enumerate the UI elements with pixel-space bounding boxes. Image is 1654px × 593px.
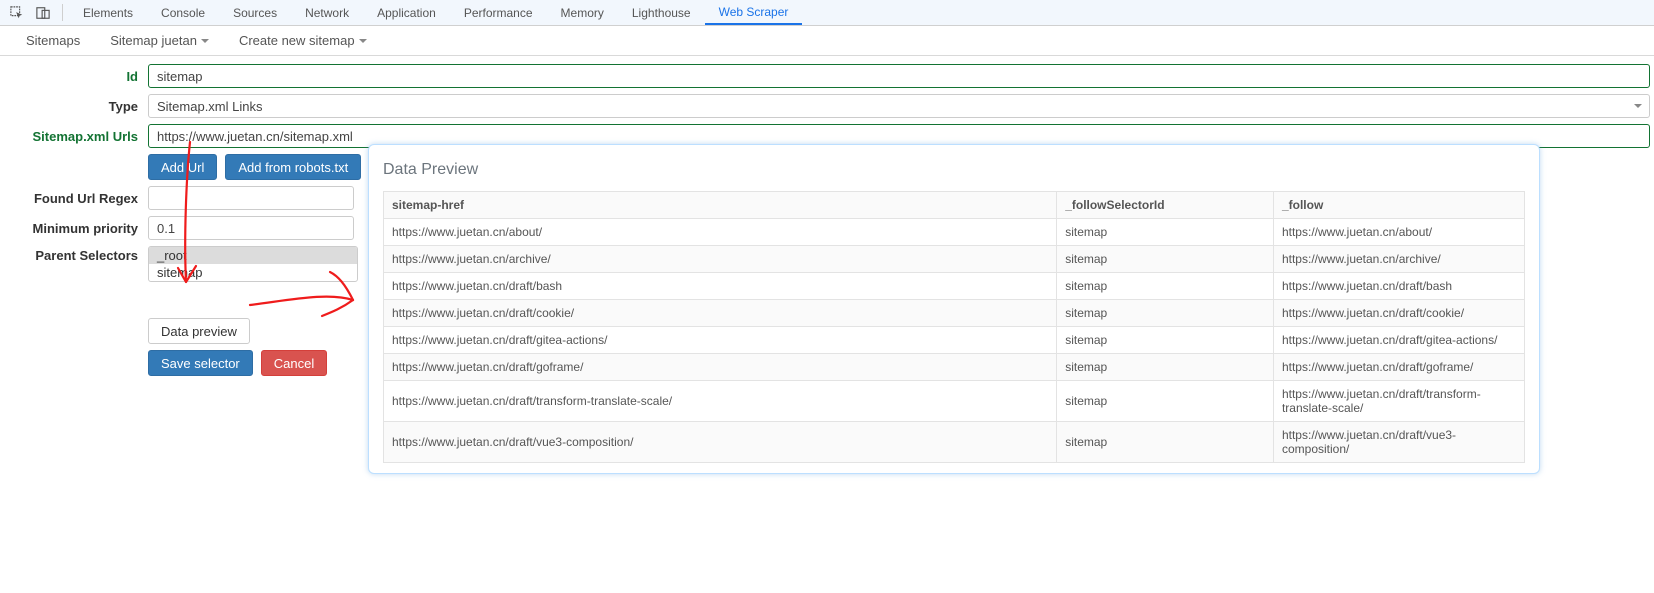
toolbar-sitemap-current[interactable]: Sitemap juetan — [110, 33, 209, 48]
parent-selectors-list[interactable]: _rootsitemap — [148, 246, 358, 282]
table-cell: https://www.juetan.cn/draft/vue3-composi… — [1273, 422, 1524, 463]
table-row: https://www.juetan.cn/draft/vue3-composi… — [384, 422, 1525, 463]
table-cell: https://www.juetan.cn/archive/ — [384, 246, 1057, 273]
table-cell: https://www.juetan.cn/draft/vue3-composi… — [384, 422, 1057, 463]
table-row: https://www.juetan.cn/draft/transform-tr… — [384, 381, 1525, 422]
add-url-button[interactable]: Add Url — [148, 154, 217, 180]
table-cell: https://www.juetan.cn/draft/bash — [384, 273, 1057, 300]
table-cell: https://www.juetan.cn/draft/gitea-action… — [1273, 327, 1524, 354]
data-preview-title: Data Preview — [383, 161, 1525, 179]
webscraper-toolbar: Sitemaps Sitemap juetan Create new sitem… — [0, 26, 1654, 56]
table-row: https://www.juetan.cn/draft/gitea-action… — [384, 327, 1525, 354]
devtools-tab-application[interactable]: Application — [363, 0, 450, 25]
table-row: https://www.juetan.cn/about/sitemaphttps… — [384, 219, 1525, 246]
save-selector-button-label: Save selector — [161, 356, 240, 371]
table-cell: https://www.juetan.cn/draft/cookie/ — [1273, 300, 1524, 327]
label-urls: Sitemap.xml Urls — [0, 129, 148, 144]
add-url-button-label: Add Url — [161, 160, 204, 175]
parent-option[interactable]: _root — [149, 247, 357, 264]
toolbar-sitemap-current-label: Sitemap juetan — [110, 33, 197, 48]
label-parent: Parent Selectors — [0, 246, 148, 263]
devtools-tab-web-scraper[interactable]: Web Scraper — [705, 0, 803, 25]
devtools-tab-elements[interactable]: Elements — [69, 0, 147, 25]
label-id: Id — [0, 69, 148, 84]
devtools-tab-lighthouse[interactable]: Lighthouse — [618, 0, 705, 25]
toolbar-create-sitemap-label: Create new sitemap — [239, 33, 355, 48]
data-preview-button-label: Data preview — [161, 324, 237, 339]
devtools-tab-network[interactable]: Network — [291, 0, 363, 25]
caret-down-icon — [359, 39, 367, 43]
table-cell: https://www.juetan.cn/draft/goframe/ — [384, 354, 1057, 381]
select-type[interactable]: Sitemap.xml Links — [148, 94, 1650, 118]
parent-option[interactable]: sitemap — [149, 264, 357, 281]
table-cell: https://www.juetan.cn/draft/transform-tr… — [1273, 381, 1524, 422]
inspect-icon[interactable] — [4, 0, 30, 25]
table-cell: sitemap — [1057, 327, 1274, 354]
toolbar-sitemaps[interactable]: Sitemaps — [26, 33, 80, 48]
data-preview-table: sitemap-href_followSelectorId_follow htt… — [383, 191, 1525, 463]
toolbar-sitemaps-label: Sitemaps — [26, 33, 80, 48]
label-type: Type — [0, 99, 148, 114]
input-priority[interactable] — [148, 216, 354, 240]
table-cell: sitemap — [1057, 381, 1274, 422]
table-row: https://www.juetan.cn/draft/goframe/site… — [384, 354, 1525, 381]
table-row: https://www.juetan.cn/draft/cookie/sitem… — [384, 300, 1525, 327]
table-cell: https://www.juetan.cn/draft/bash — [1273, 273, 1524, 300]
devtools-tab-performance[interactable]: Performance — [450, 0, 547, 25]
input-id[interactable] — [148, 64, 1650, 88]
devtools-tab-memory[interactable]: Memory — [547, 0, 618, 25]
table-cell: sitemap — [1057, 422, 1274, 463]
save-selector-button[interactable]: Save selector — [148, 350, 253, 376]
cancel-button-label: Cancel — [274, 356, 314, 371]
input-regex[interactable] — [148, 186, 354, 210]
table-cell: sitemap — [1057, 354, 1274, 381]
table-row: https://www.juetan.cn/draft/bashsitemaph… — [384, 273, 1525, 300]
table-cell: https://www.juetan.cn/archive/ — [1273, 246, 1524, 273]
table-row: https://www.juetan.cn/archive/sitemaphtt… — [384, 246, 1525, 273]
label-regex: Found Url Regex — [0, 191, 148, 206]
device-toolbar-icon[interactable] — [30, 0, 56, 25]
table-cell: https://www.juetan.cn/draft/cookie/ — [384, 300, 1057, 327]
table-cell: https://www.juetan.cn/about/ — [1273, 219, 1524, 246]
table-cell: https://www.juetan.cn/draft/gitea-action… — [384, 327, 1057, 354]
table-cell: https://www.juetan.cn/draft/goframe/ — [1273, 354, 1524, 381]
devtools-tab-sources[interactable]: Sources — [219, 0, 291, 25]
table-cell: sitemap — [1057, 246, 1274, 273]
data-preview-popover: Data Preview sitemap-href_followSelector… — [368, 144, 1540, 474]
table-cell: sitemap — [1057, 300, 1274, 327]
devtools-tab-console[interactable]: Console — [147, 0, 219, 25]
caret-down-icon — [1634, 104, 1642, 108]
table-cell: sitemap — [1057, 219, 1274, 246]
cancel-button[interactable]: Cancel — [261, 350, 327, 376]
preview-col-header: sitemap-href — [384, 192, 1057, 219]
label-priority: Minimum priority — [0, 221, 148, 236]
table-cell: https://www.juetan.cn/about/ — [384, 219, 1057, 246]
toolbar-create-sitemap[interactable]: Create new sitemap — [239, 33, 367, 48]
data-preview-button[interactable]: Data preview — [148, 318, 250, 344]
add-from-robots-button-label: Add from robots.txt — [238, 160, 348, 175]
devtools-tab-bar: ElementsConsoleSourcesNetworkApplication… — [0, 0, 1654, 26]
preview-col-header: _followSelectorId — [1057, 192, 1274, 219]
table-cell: https://www.juetan.cn/draft/transform-tr… — [384, 381, 1057, 422]
caret-down-icon — [201, 39, 209, 43]
preview-col-header: _follow — [1273, 192, 1524, 219]
table-cell: sitemap — [1057, 273, 1274, 300]
add-from-robots-button[interactable]: Add from robots.txt — [225, 154, 361, 180]
